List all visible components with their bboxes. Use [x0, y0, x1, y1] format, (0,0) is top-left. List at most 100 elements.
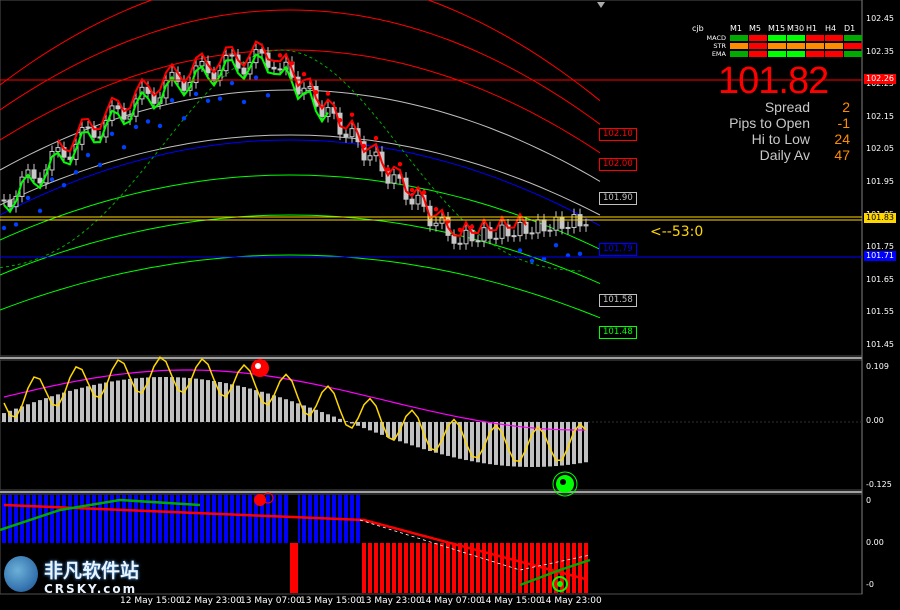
osc-bar — [494, 422, 498, 465]
blue-dot — [577, 251, 583, 257]
trend-bar-down — [410, 543, 414, 593]
osc-bar — [56, 394, 60, 422]
blue-dot — [121, 144, 127, 150]
current-price: 101.82 — [718, 60, 829, 102]
trend-bar-down — [374, 543, 378, 593]
signal-cell — [825, 43, 843, 49]
red-dot — [433, 207, 439, 212]
candle-body — [199, 61, 205, 67]
signal-cell — [806, 43, 824, 49]
trend-bar-up — [2, 495, 6, 543]
trend-bar-down — [440, 543, 444, 593]
signal-cell — [844, 35, 862, 41]
candle-body — [229, 54, 235, 57]
stat-value: 24 — [834, 131, 850, 147]
osc-bar — [182, 377, 186, 422]
timeframe-label: H4 — [825, 24, 837, 33]
trend-bar-down — [398, 543, 402, 593]
osc-bar — [170, 377, 174, 422]
trend-bar-up — [200, 495, 204, 543]
blue-dot — [529, 258, 535, 264]
blue-dot — [217, 96, 223, 101]
stat-label: Daily Av — [759, 147, 810, 163]
level-box: 102.00 — [599, 158, 637, 171]
trend-bar-down — [416, 543, 420, 593]
candle-body — [415, 194, 421, 205]
red-dot — [373, 135, 379, 141]
osc-bar — [284, 399, 288, 422]
signal-cell — [768, 43, 786, 49]
osc-bar — [254, 390, 258, 422]
trend-bar-up — [68, 495, 72, 543]
osc-bar — [332, 416, 336, 422]
osc-bar — [128, 378, 132, 422]
trend-bar-down — [584, 543, 588, 593]
bar-countdown: <--53:0 — [650, 224, 704, 240]
osc-bar — [26, 404, 30, 422]
timeframe-label: M15 — [768, 24, 786, 33]
osc-bar — [110, 381, 114, 422]
trend-bar-down — [290, 543, 298, 593]
crsky-logo-icon — [4, 556, 38, 592]
osc-bar — [140, 377, 144, 422]
blue-dot — [145, 119, 151, 124]
trend-bar-up — [86, 495, 90, 543]
trend-bar-up — [236, 495, 240, 543]
blue-dot — [193, 91, 199, 97]
osc-bar — [134, 378, 138, 422]
candle-body — [373, 151, 379, 157]
trend-bar-up — [188, 495, 192, 543]
watermark-cn: 非凡软件站 — [44, 560, 140, 582]
red-dot — [349, 112, 355, 117]
osc-bar — [194, 378, 198, 422]
price-tick-label: 101.65 — [866, 274, 894, 284]
osc-bar — [38, 400, 42, 422]
osc-bar — [530, 422, 534, 467]
watermark: 非凡软件站 CRSKY.com — [4, 548, 164, 600]
shift-marker-icon[interactable] — [597, 2, 605, 8]
time-tick-label: 14 May 23:00 — [540, 596, 602, 606]
candle-body — [271, 66, 277, 70]
blue-dot — [181, 116, 187, 121]
trend-bar-down — [554, 543, 558, 593]
blue-dot — [205, 98, 211, 103]
osc-bar — [236, 385, 240, 422]
osc-bar — [98, 383, 102, 422]
candle-body — [535, 219, 541, 234]
candle-body — [7, 199, 13, 208]
signal-cell — [787, 51, 805, 57]
red-dot — [397, 161, 403, 167]
ind2-tick-label: -0 — [866, 580, 874, 589]
osc-bar — [218, 381, 222, 422]
blue-dot — [85, 152, 91, 158]
ind2-tick-label: 0 — [866, 496, 872, 505]
signal-row-label: STR — [713, 42, 726, 50]
signal-cell — [787, 43, 805, 49]
blue-dot — [169, 98, 175, 103]
trend-bar-up — [302, 495, 306, 543]
time-tick-label: 12 May 23:00 — [180, 596, 242, 606]
trend-bar-down — [452, 543, 456, 593]
signal-cell — [749, 51, 767, 57]
candle-body — [517, 221, 523, 237]
candle-body — [31, 169, 37, 179]
osc-bar — [278, 397, 282, 422]
candle-body — [541, 219, 547, 232]
trend-bar-up — [176, 495, 180, 543]
trend-bar-down — [524, 543, 528, 593]
ind2-tick-label: 0.00 — [866, 538, 884, 547]
level-box: 101.48 — [599, 326, 637, 339]
candle-body — [559, 216, 565, 229]
trend-bar-down — [488, 543, 492, 593]
red-dot — [421, 190, 427, 195]
ind1-tick-label: -0.125 — [866, 480, 892, 489]
osc-bar — [206, 380, 210, 422]
osc-bar — [314, 409, 318, 422]
stat-label: Hi to Low — [751, 131, 810, 147]
trend-bar-down — [512, 543, 516, 593]
price-tag: 101.71 — [864, 251, 896, 261]
osc-bar — [368, 422, 372, 431]
red-dot — [469, 224, 475, 229]
trend-bar-down — [404, 543, 408, 593]
trend-bar-down — [362, 543, 366, 593]
